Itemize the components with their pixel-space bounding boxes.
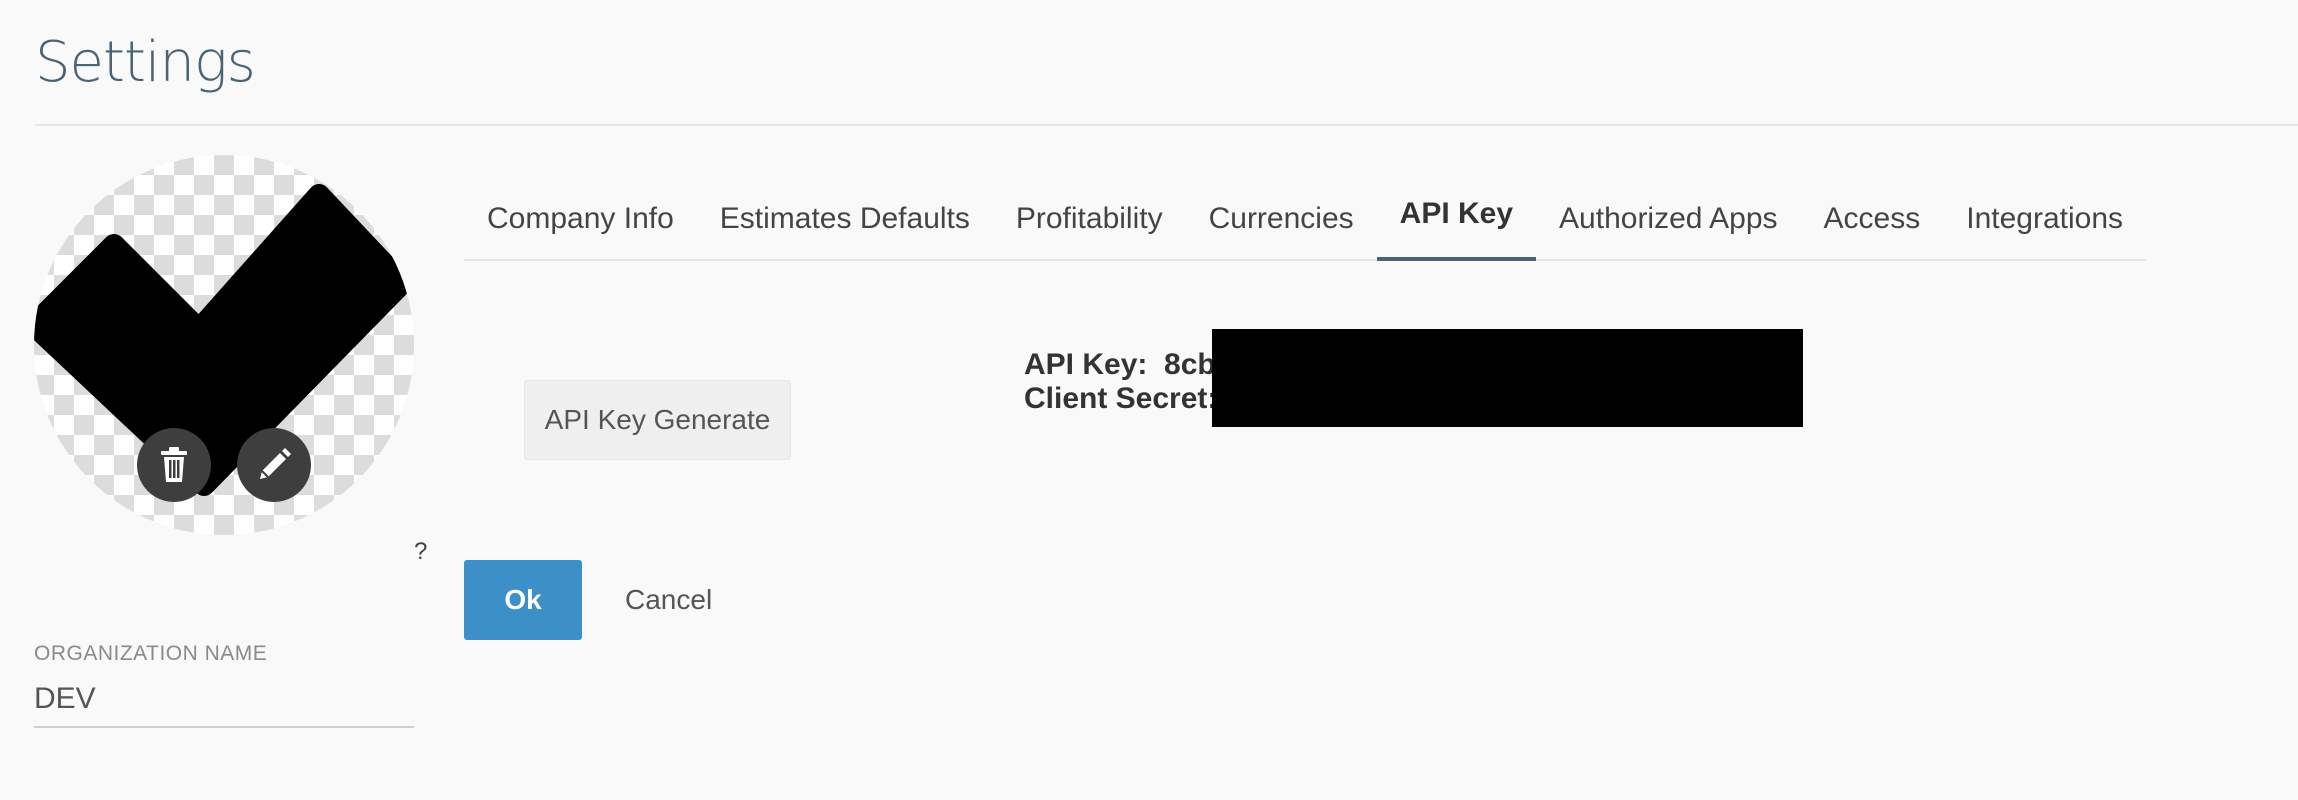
page-title: Settings: [35, 30, 256, 95]
tab-currencies[interactable]: Currencies: [1186, 178, 1377, 259]
help-icon[interactable]: ?: [414, 538, 427, 566]
pencil-icon: [260, 448, 291, 479]
tab-profitability[interactable]: Profitability: [993, 178, 1186, 259]
title-divider: [35, 124, 2298, 126]
trash-icon: [161, 447, 187, 482]
edit-logo-button[interactable]: [237, 428, 311, 502]
settings-page: Settings ? ORGANIZATION NAME DEV Company…: [0, 0, 2298, 800]
api-key-info: API Key: 8cb4 Client Secret:: [1024, 348, 1232, 416]
api-key-generate-button[interactable]: API Key Generate: [524, 380, 791, 460]
organization-name-label: ORGANIZATION NAME: [34, 642, 268, 665]
tab-api-key[interactable]: API Key: [1376, 178, 1537, 261]
tab-integrations[interactable]: Integrations: [1943, 178, 2146, 259]
client-secret-line: Client Secret:: [1024, 382, 1232, 416]
organization-name-input[interactable]: [34, 672, 414, 728]
tab-company-info[interactable]: Company Info: [464, 178, 697, 259]
organization-logo: [34, 155, 414, 535]
client-secret-label: Client Secret:: [1024, 382, 1218, 415]
api-key-line: API Key: 8cb4: [1024, 348, 1232, 382]
tab-authorized-apps[interactable]: Authorized Apps: [1536, 178, 1800, 259]
cancel-button[interactable]: Cancel: [607, 560, 730, 640]
tab-access[interactable]: Access: [1801, 178, 1944, 259]
checkmark-logo: [34, 184, 413, 496]
tab-estimates-defaults[interactable]: Estimates Defaults: [697, 178, 993, 259]
redaction-box: [1212, 329, 1803, 427]
delete-logo-button[interactable]: [137, 428, 211, 502]
ok-button[interactable]: Ok: [464, 560, 582, 640]
api-key-label: API Key:: [1024, 348, 1148, 381]
settings-tabs: Company Info Estimates Defaults Profitab…: [464, 178, 2146, 261]
